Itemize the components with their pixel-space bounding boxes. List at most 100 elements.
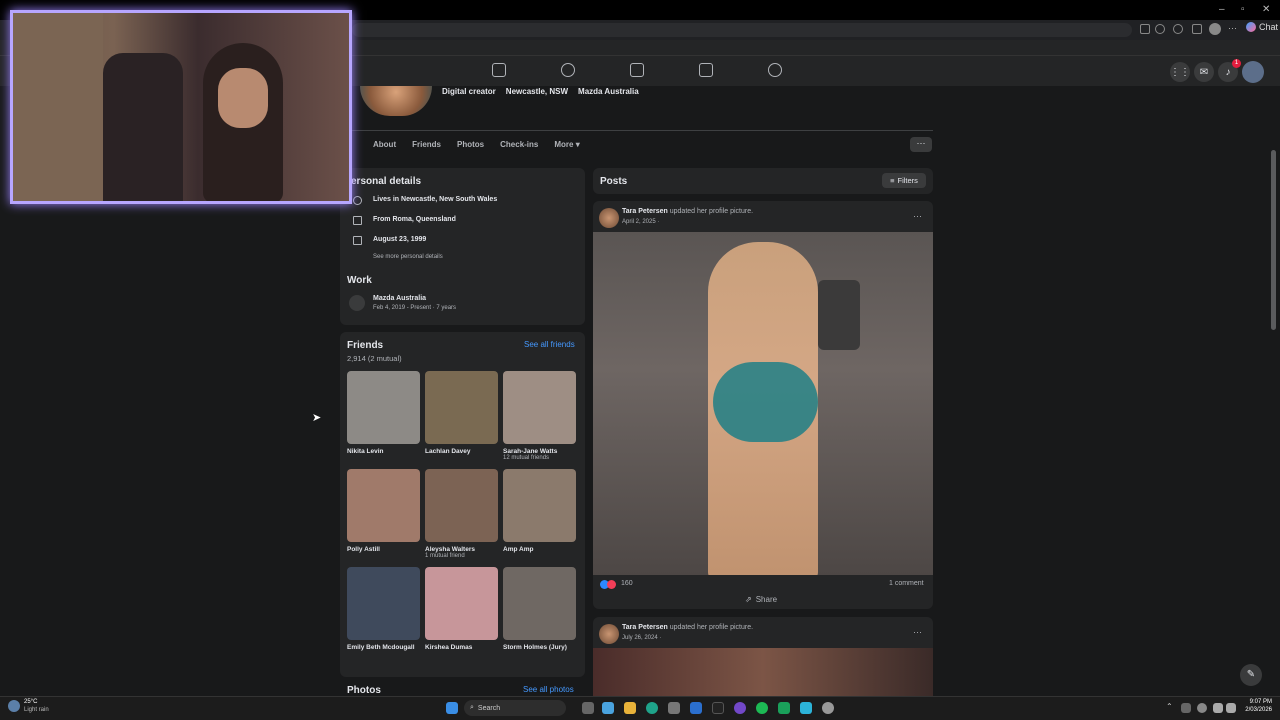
friend-photo[interactable] — [425, 567, 498, 640]
post-date[interactable]: July 26, 2024 · — [622, 635, 661, 641]
post-image[interactable] — [593, 232, 933, 575]
friend-item[interactable]: Storm Holmes (Jury) — [503, 567, 576, 651]
store-icon[interactable] — [668, 702, 680, 714]
post-image[interactable] — [593, 648, 933, 696]
windows-start-icon[interactable] — [446, 702, 458, 714]
weather-temp[interactable]: 25°C — [24, 699, 37, 705]
tab-about[interactable]: About — [373, 140, 396, 149]
minimize-icon[interactable]: – — [1219, 4, 1225, 15]
messenger-app-icon[interactable] — [734, 702, 746, 714]
friend-photo[interactable] — [347, 567, 420, 640]
friend-item[interactable]: Emily Beth Mcdougall — [347, 567, 420, 651]
post-options-icon[interactable]: ··· — [913, 211, 922, 221]
close-icon[interactable]: ✕ — [1262, 4, 1270, 15]
profile-picture[interactable] — [360, 86, 432, 116]
friend-name[interactable]: Kirshea Dumas — [425, 644, 498, 651]
tab-more[interactable]: More ▾ — [554, 140, 579, 149]
address-bar[interactable] — [352, 23, 1132, 37]
marketplace-icon[interactable] — [699, 63, 713, 77]
tab-check-ins[interactable]: Check-ins — [500, 140, 538, 149]
gaming-icon[interactable] — [768, 63, 782, 77]
post-author[interactable]: Tara Petersen — [622, 208, 668, 215]
friend-name[interactable]: Nikita Levin — [347, 448, 420, 455]
wifi-icon[interactable] — [1213, 703, 1223, 713]
file-explorer-icon[interactable] — [624, 702, 636, 714]
app-icon[interactable] — [712, 702, 724, 714]
copilot-chat-button[interactable]: Chat — [1246, 22, 1278, 32]
meta-location[interactable]: Newcastle, NSW — [506, 87, 568, 96]
friend-photo[interactable] — [503, 469, 576, 542]
share-button[interactable]: ⇗ Share — [745, 595, 777, 604]
volume-icon[interactable] — [1226, 703, 1236, 713]
friend-name[interactable]: Polly Astill — [347, 546, 420, 553]
task-view-icon[interactable] — [582, 702, 594, 714]
profile-more-button[interactable]: ··· — [910, 137, 932, 152]
friend-name[interactable]: Storm Holmes (Jury) — [503, 644, 576, 651]
friend-item[interactable]: Nikita Levin — [347, 371, 420, 455]
see-more-details-link[interactable]: See more personal details — [373, 254, 443, 260]
friend-name[interactable]: Emily Beth Mcdougall — [347, 644, 420, 651]
post-author[interactable]: Tara Petersen — [622, 624, 668, 631]
friends-title[interactable]: Friends — [347, 340, 383, 351]
clock-date[interactable]: 2/03/2026 — [1240, 707, 1272, 713]
friend-item[interactable]: Lachlan Davey — [425, 371, 498, 455]
friend-photo[interactable] — [347, 469, 420, 542]
restore-icon[interactable]: ▫ — [1241, 4, 1245, 15]
friend-photo[interactable] — [347, 371, 420, 444]
home-icon[interactable] — [492, 63, 506, 77]
meta-work[interactable]: Mazda Australia — [578, 87, 639, 96]
account-avatar[interactable] — [1242, 61, 1264, 83]
settings-icon[interactable] — [822, 702, 834, 714]
friend-item[interactable]: Amp Amp — [503, 469, 576, 553]
friend-photo[interactable] — [503, 371, 576, 444]
post-date[interactable]: April 2, 2025 · — [622, 219, 659, 225]
video-icon[interactable] — [630, 63, 644, 77]
tray-chevron-icon[interactable]: ⌃ — [1166, 702, 1173, 711]
browser-profile-avatar[interactable] — [1209, 23, 1221, 35]
friend-item[interactable]: Polly Astill — [347, 469, 420, 553]
friend-item[interactable]: Aleysha Walters 1 mutual friend — [425, 469, 498, 559]
tray-app-icon[interactable] — [1181, 703, 1191, 713]
post-options-icon[interactable]: ··· — [913, 627, 922, 637]
taskbar-search[interactable]: ⌕ Search — [464, 700, 566, 716]
friend-item[interactable]: Kirshea Dumas — [425, 567, 498, 651]
friend-photo[interactable] — [503, 567, 576, 640]
page-scrollbar[interactable] — [1271, 150, 1276, 330]
app-green-icon[interactable] — [778, 702, 790, 714]
see-all-photos-link[interactable]: See all photos — [523, 685, 574, 694]
see-all-friends-link[interactable]: See all friends — [524, 340, 575, 349]
cast-icon[interactable] — [1140, 24, 1150, 34]
friend-photo[interactable] — [425, 469, 498, 542]
mail-icon[interactable] — [690, 702, 702, 714]
friend-photo[interactable] — [425, 371, 498, 444]
messenger-icon[interactable]: ✉ — [1194, 62, 1214, 82]
reaction-count[interactable]: 160 — [621, 580, 633, 587]
friend-name[interactable]: Aleysha Walters — [425, 546, 498, 553]
work-company[interactable]: Mazda Australia — [373, 295, 426, 302]
copilot-taskbar-icon[interactable] — [602, 702, 614, 714]
friend-name[interactable]: Amp Amp — [503, 546, 576, 553]
clock-time[interactable]: 9:07 PM — [1244, 699, 1272, 705]
microphone-icon[interactable] — [1197, 703, 1207, 713]
edge-icon[interactable] — [646, 702, 658, 714]
spotify-icon[interactable] — [756, 702, 768, 714]
comment-count[interactable]: 1 comment — [889, 580, 924, 587]
star-icon[interactable] — [1155, 24, 1165, 34]
post-author-avatar[interactable] — [599, 624, 619, 644]
menu-grid-icon[interactable]: ⋮⋮ — [1170, 62, 1190, 82]
post-author-avatar[interactable] — [599, 208, 619, 228]
browser-menu-icon[interactable]: ··· — [1228, 23, 1237, 33]
friends-nav-icon[interactable] — [561, 63, 575, 77]
weather-icon[interactable] — [8, 700, 20, 712]
tab-friends[interactable]: Friends — [412, 140, 441, 149]
friend-item[interactable]: Sarah-Jane Watts 12 mutual friends — [503, 371, 576, 461]
filters-button[interactable]: ≡ Filters — [882, 173, 926, 188]
friend-name[interactable]: Sarah-Jane Watts — [503, 448, 576, 455]
tab-photos[interactable]: Photos — [457, 140, 484, 149]
refresh-icon[interactable] — [1173, 24, 1183, 34]
compose-icon[interactable]: ✎ — [1240, 664, 1262, 686]
app-blue-icon[interactable] — [800, 702, 812, 714]
favorites-icon[interactable] — [1192, 24, 1202, 34]
photos-title[interactable]: Photos — [347, 685, 381, 696]
friend-name[interactable]: Lachlan Davey — [425, 448, 498, 455]
